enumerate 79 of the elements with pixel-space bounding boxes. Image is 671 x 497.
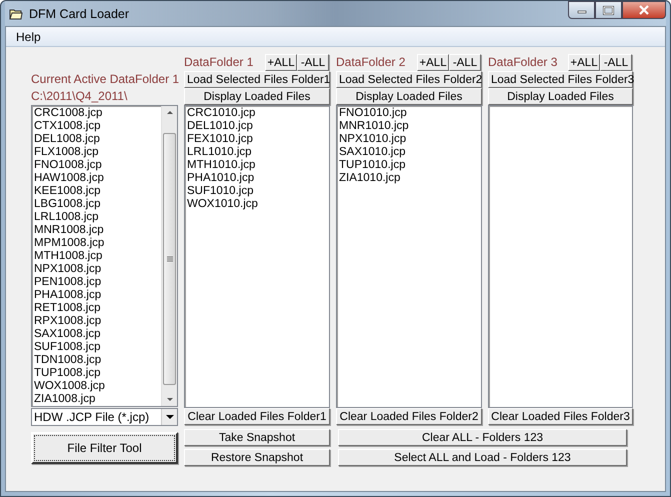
button[interactable]: Clear Loaded Files Folder2: [336, 408, 482, 425]
list-item[interactable]: SAX1008.jcp: [34, 328, 159, 341]
list-item[interactable]: WOX1010.jcp: [187, 198, 327, 211]
button[interactable]: Clear Loaded Files Folder3: [488, 408, 633, 425]
folder-path: C:\2011\Q4_2011\: [31, 88, 128, 105]
list-item[interactable]: MTH1008.jcp: [34, 250, 159, 263]
list-item[interactable]: LBG1008.jcp: [34, 198, 159, 211]
button[interactable]: -ALL: [600, 54, 632, 71]
file-list[interactable]: [31, 105, 178, 407]
minimize-button[interactable]: [568, 1, 595, 19]
button[interactable]: Display Loaded Files: [184, 88, 330, 105]
scrollbar-thumb[interactable]: [163, 133, 176, 385]
scroll-up-icon[interactable]: [166, 111, 172, 114]
button[interactable]: -ALL: [449, 54, 481, 71]
list-item[interactable]: NPX1010.jcp: [339, 133, 479, 146]
list-item[interactable]: MNR1008.jcp: [34, 224, 159, 237]
file-list[interactable]: FNO1010.jcp MNR1010.jcp NPX1010.jcp SAX1010.jcp TUP1010.jcp ZIA1010.jcp: [336, 105, 482, 408]
file-list[interactable]: CRC1010.jcp DEL1010.jcp FEX1010.jcp LRL1010.jcp MTH1010.jcp PHA1010.jcp SUF1010.jcp WOX1010.jcp: [184, 105, 330, 408]
list-item[interactable]: NPX1008.jcp: [34, 263, 159, 276]
maximize-button[interactable]: [595, 1, 622, 19]
button[interactable]: Load Selected Files Folder3: [488, 71, 633, 88]
list-item[interactable]: PHA1008.jcp: [34, 289, 159, 302]
list-item[interactable]: PHA1010.jcp: [187, 172, 327, 185]
button[interactable]: +ALL: [265, 54, 297, 71]
list-item[interactable]: CRC1008.jcp: [34, 107, 159, 120]
list-item[interactable]: HAW1008.jcp: [34, 172, 159, 185]
button[interactable]: Load Selected Files Folder2: [336, 71, 482, 88]
folder-label: DataFolder 2: [336, 54, 406, 71]
folder-icon: [9, 8, 23, 20]
button[interactable]: Display Loaded Files: [336, 88, 482, 105]
folder-label: DataFolder 1: [184, 54, 254, 71]
list-item[interactable]: ZIA1008.jcp: [34, 393, 159, 406]
button[interactable]: File Filter Tool: [31, 432, 178, 464]
list-item[interactable]: SAX1010.jcp: [339, 146, 479, 159]
list-item[interactable]: DEL1010.jcp: [187, 120, 327, 133]
close-button[interactable]: [622, 1, 666, 19]
grip-icon: [166, 256, 172, 262]
list-item[interactable]: TDN1008.jcp: [34, 354, 159, 367]
list-item[interactable]: CTX1008.jcp: [34, 120, 159, 133]
scroll-down-icon[interactable]: [166, 398, 172, 401]
list-item[interactable]: RET1008.jcp: [34, 302, 159, 315]
list-item[interactable]: CRC1010.jcp: [187, 107, 327, 120]
button[interactable]: +ALL: [417, 54, 449, 71]
button[interactable]: Clear Loaded Files Folder1: [184, 408, 330, 425]
list-item[interactable]: RPX1008.jcp: [34, 315, 159, 328]
list-item[interactable]: LRL1010.jcp: [187, 146, 327, 159]
scrollbar[interactable]: [161, 106, 177, 406]
list-item[interactable]: WOX1008.jcp: [34, 380, 159, 393]
list-item[interactable]: FEX1010.jcp: [187, 133, 327, 146]
button[interactable]: Display Loaded Files: [488, 88, 633, 105]
list-item[interactable]: SUF1010.jcp: [187, 185, 327, 198]
list-item[interactable]: MTH1010.jcp: [187, 159, 327, 172]
folder-label: DataFolder 3: [488, 54, 558, 71]
button[interactable]: Load Selected Files Folder1: [184, 71, 330, 88]
list-item[interactable]: MPM1008.jcp: [34, 237, 159, 250]
list-item[interactable]: PEN1008.jcp: [34, 276, 159, 289]
button[interactable]: -ALL: [297, 54, 329, 71]
button[interactable]: Take Snapshot: [184, 429, 330, 446]
list-item[interactable]: LRL1008.jcp: [34, 211, 159, 224]
maximize-icon: [603, 6, 614, 14]
menu-item[interactable]: Help: [12, 30, 45, 44]
list-item[interactable]: KEE1008.jcp: [34, 185, 159, 198]
list-item[interactable]: TUP1008.jcp: [34, 367, 159, 380]
button[interactable]: Clear ALL - Folders 123: [338, 429, 627, 446]
file-filter-dropdown[interactable]: HDW .JCP File (*.jcp): [31, 408, 178, 426]
list-item[interactable]: FLX1008.jcp: [34, 146, 159, 159]
list-item[interactable]: TUP1010.jcp: [339, 159, 479, 172]
list-item[interactable]: ZIA1010.jcp: [339, 172, 479, 185]
button[interactable]: Restore Snapshot: [184, 449, 330, 466]
list-item[interactable]: SUF1008.jcp: [34, 341, 159, 354]
list-item[interactable]: DEL1008.jcp: [34, 133, 159, 146]
button[interactable]: Select ALL and Load - Folders 123: [338, 449, 627, 466]
button[interactable]: +ALL: [568, 54, 600, 71]
folder-label: Current Active DataFolder 1: [31, 71, 178, 88]
list-item[interactable]: FNO1008.jcp: [34, 159, 159, 172]
list-item[interactable]: MNR1010.jcp: [339, 120, 479, 133]
window-title: DFM Card Loader: [29, 6, 130, 20]
list-item[interactable]: FNO1010.jcp: [339, 107, 479, 120]
close-icon: [638, 5, 650, 15]
